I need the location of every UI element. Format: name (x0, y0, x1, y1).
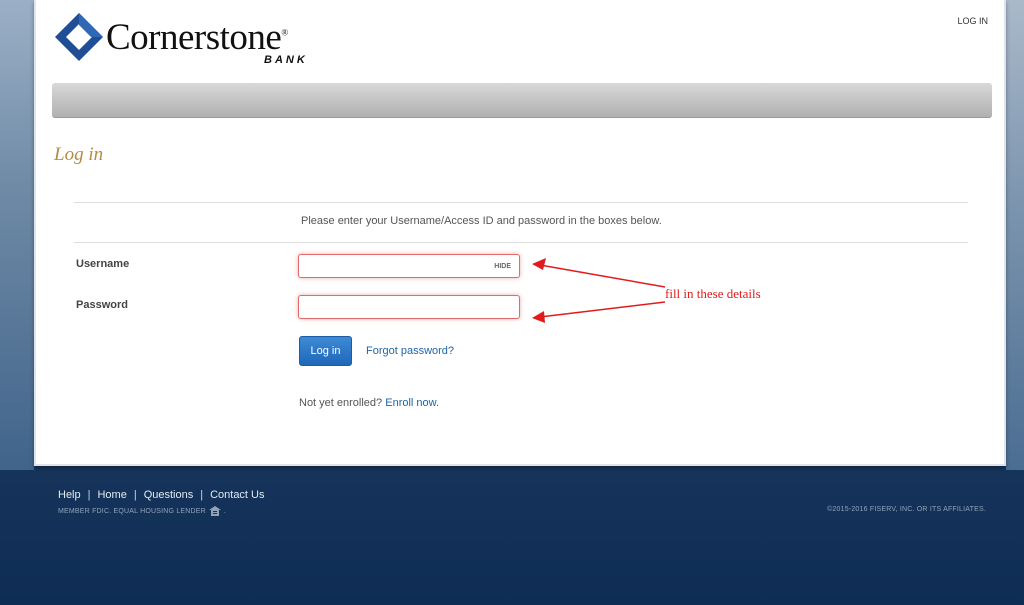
password-label: Password (76, 299, 128, 311)
enroll-suffix: . (436, 397, 440, 409)
password-input[interactable] (298, 295, 520, 319)
form-instructions: Please enter your Username/Access ID and… (301, 215, 662, 227)
username-input[interactable]: HIDE (298, 254, 520, 278)
footer-separator: | (133, 489, 137, 501)
logo-diamond-icon (55, 13, 103, 61)
background-left-edge (0, 0, 34, 470)
logo-subtitle: BANK (264, 54, 308, 66)
main-card: Cornerstone® BANK LOG IN Log in (34, 0, 1006, 466)
login-button[interactable]: Log in (299, 336, 352, 366)
hide-toggle-button[interactable]: HIDE (494, 263, 511, 270)
footer-separator: | (87, 489, 91, 501)
fdic-text: MEMBER FDIC. EQUAL HOUSING LENDER (58, 507, 206, 515)
page-title: Log in (54, 144, 104, 165)
footer-separator: | (200, 489, 204, 501)
navigation-bar (52, 83, 992, 118)
annotation-text: fill in these details (665, 286, 761, 301)
enroll-now-link[interactable]: Enroll now (385, 397, 436, 409)
equal-housing-icon (208, 506, 221, 516)
copyright-text: ©2015-2016 FISERV, INC. OR ITS AFFILIATE… (827, 506, 986, 513)
footer-links: Help | Home | Questions | Contact Us (58, 489, 265, 501)
bank-logo[interactable]: Cornerstone® BANK (54, 12, 344, 66)
form-divider-bottom (74, 242, 968, 243)
header-login-link[interactable]: LOG IN (957, 16, 988, 26)
footer-link-help[interactable]: Help (58, 489, 81, 501)
background-right-edge (1006, 0, 1024, 470)
forgot-password-link[interactable]: Forgot password? (366, 345, 454, 357)
logo-wordmark: Cornerstone® (106, 17, 288, 58)
footer-link-questions[interactable]: Questions (144, 489, 194, 501)
enroll-prefix: Not yet enrolled? (299, 397, 383, 409)
form-divider-top (74, 202, 968, 203)
enroll-line: Not yet enrolled? Enroll now. (299, 397, 439, 409)
username-label: Username (76, 258, 130, 270)
footer-link-contact-us[interactable]: Contact Us (210, 489, 264, 501)
fdic-notice: MEMBER FDIC. EQUAL HOUSING LENDER . (58, 506, 227, 516)
footer-link-home[interactable]: Home (97, 489, 126, 501)
